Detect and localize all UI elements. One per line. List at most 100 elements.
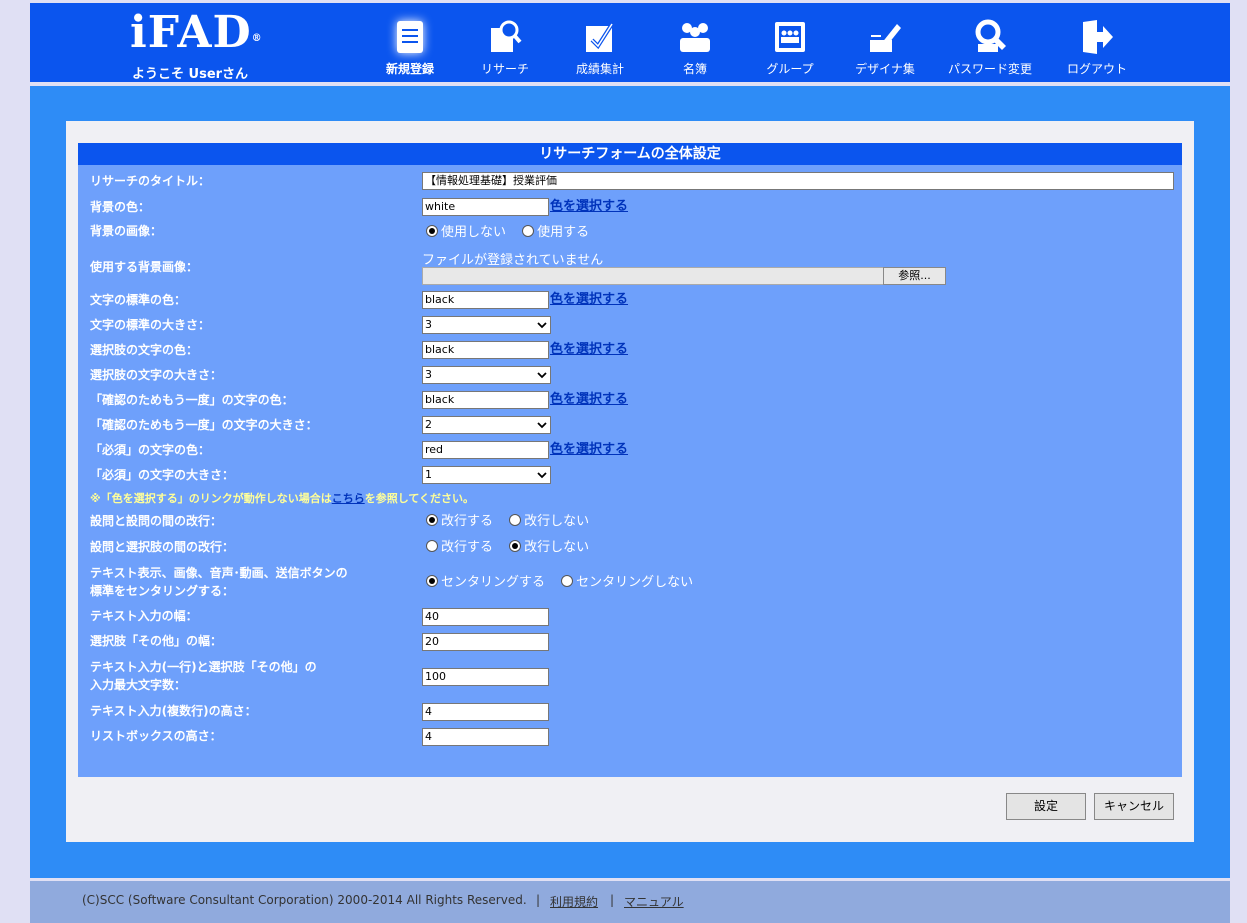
chevron-down-icon bbox=[537, 422, 547, 429]
bg-image-radio-group: 使用しない 使用する bbox=[426, 224, 601, 242]
choice-size-select[interactable]: 3 bbox=[422, 366, 551, 384]
submit-button[interactable]: 設定 bbox=[1006, 793, 1086, 820]
text-width-input[interactable]: 40 bbox=[422, 608, 549, 626]
new-registration-icon bbox=[397, 21, 423, 53]
logout-icon bbox=[1083, 20, 1113, 54]
manual-link[interactable]: マニュアル bbox=[624, 893, 684, 910]
radio-unselected bbox=[426, 540, 438, 552]
bg-image-label: 背景の画像： bbox=[90, 224, 163, 238]
max-chars-label-line2: 入力最大文字数： bbox=[90, 678, 187, 692]
file-path-field[interactable] bbox=[422, 267, 884, 285]
nav-label: リサーチ bbox=[480, 62, 529, 76]
research-title-label: リサーチのタイトル： bbox=[90, 174, 211, 188]
terms-link[interactable]: 利用規約 bbox=[550, 893, 598, 910]
group-icon bbox=[775, 22, 805, 52]
nav-designer[interactable]: デザイナ集 bbox=[835, 18, 935, 78]
chevron-down-icon bbox=[537, 322, 547, 329]
footer: (C)SCC (Software Consultant Corporation)… bbox=[30, 881, 1230, 923]
nav-logout[interactable]: ログアウト bbox=[1047, 18, 1147, 78]
nav-roster[interactable]: 名簿 bbox=[645, 18, 745, 78]
centering-option-no[interactable]: センタリングしない bbox=[561, 574, 693, 592]
radio-selected bbox=[509, 540, 522, 552]
nav-research[interactable]: リサーチ bbox=[455, 18, 555, 78]
other-width-input[interactable]: 20 bbox=[422, 633, 549, 651]
listbox-height-label: リストボックスの高さ： bbox=[90, 729, 222, 743]
bg-image-option-used[interactable]: 使用する bbox=[522, 224, 589, 242]
nav-label: デザイナ集 bbox=[855, 62, 915, 76]
browse-button[interactable]: 参照... bbox=[883, 267, 946, 285]
research-title-input[interactable]: 【情報処理基礎】授業評価 bbox=[422, 172, 1174, 190]
confirm-color-input[interactable]: black bbox=[422, 391, 549, 409]
footer-separator: | bbox=[536, 893, 541, 907]
question-choice-break-option-yes[interactable]: 改行する bbox=[426, 539, 493, 557]
text-color-input[interactable]: black bbox=[422, 291, 549, 309]
choice-color-input[interactable]: black bbox=[422, 341, 549, 359]
centering-label-line1: テキスト表示、画像、音声･動画、送信ボタンの bbox=[90, 566, 348, 580]
centering-label-line2: 標準をセンタリングする： bbox=[90, 584, 235, 598]
required-size-label: 「必須」の文字の大きさ： bbox=[90, 468, 235, 482]
research-icon bbox=[491, 20, 522, 52]
required-color-input[interactable]: red bbox=[422, 441, 549, 459]
max-chars-label-line1: テキスト入力(一行)と選択肢「その他」の bbox=[90, 660, 317, 674]
grade-summary-icon bbox=[586, 22, 614, 52]
listbox-height-input[interactable]: 4 bbox=[422, 728, 549, 746]
nav-label: 名簿 bbox=[682, 62, 707, 76]
designer-icon bbox=[870, 24, 901, 52]
choice-size-label: 選択肢の文字の大きさ： bbox=[90, 368, 223, 382]
footer-separator: | bbox=[610, 893, 615, 907]
password-change-icon bbox=[975, 19, 1006, 52]
chevron-down-icon bbox=[537, 472, 547, 479]
text-width-label: テキスト入力の幅： bbox=[90, 609, 198, 623]
nav-label: ログアウト bbox=[1066, 62, 1127, 76]
question-choice-break-label: 設問と選択肢の間の改行： bbox=[90, 540, 235, 554]
choice-color-label: 選択肢の文字の色： bbox=[90, 343, 199, 357]
centering-option-yes[interactable]: センタリングする bbox=[426, 574, 545, 592]
bg-image-option-unused[interactable]: 使用しない bbox=[426, 224, 506, 242]
text-size-select[interactable]: 3 bbox=[422, 316, 551, 334]
radio-selected bbox=[426, 575, 438, 587]
nav-label: 新規登録 bbox=[385, 62, 434, 76]
radio-unselected bbox=[561, 575, 574, 587]
question-choice-break-radio-group: 改行する 改行しない bbox=[426, 539, 601, 557]
confirm-color-label: 「確認のためもう一度」の文字の色： bbox=[90, 393, 294, 407]
required-color-label: 「必須」の文字の色： bbox=[90, 443, 211, 457]
question-break-label: 設問と設問の間の改行： bbox=[90, 514, 223, 528]
centering-radio-group: センタリングする センタリングしない bbox=[426, 574, 705, 592]
other-width-label: 選択肢「その他」の幅： bbox=[90, 634, 223, 648]
nav-label: パスワード変更 bbox=[947, 62, 1032, 76]
nav-password-change[interactable]: パスワード変更 bbox=[940, 18, 1040, 78]
welcome-message: ようこそ Userさん bbox=[132, 67, 249, 82]
note-here-link[interactable]: こちら bbox=[332, 492, 365, 505]
question-choice-break-option-no[interactable]: 改行しない bbox=[509, 539, 589, 557]
settings-form: リサーチフォームの全体設定 リサーチのタイトル： 【情報処理基礎】授業評価 背景… bbox=[78, 143, 1182, 777]
nav-label: 成績集計 bbox=[575, 62, 624, 76]
textarea-height-input[interactable]: 4 bbox=[422, 703, 549, 721]
radio-selected bbox=[426, 514, 438, 526]
bg-image-file-label: 使用する背景画像： bbox=[90, 260, 199, 274]
confirm-size-label: 「確認のためもう一度」の文字の大きさ： bbox=[90, 418, 318, 432]
nav-group[interactable]: グループ bbox=[740, 18, 840, 78]
nav-label: グループ bbox=[766, 62, 814, 76]
radio-selected bbox=[426, 225, 438, 237]
bg-color-picker-link[interactable]: 色を選択する bbox=[550, 198, 628, 216]
question-break-option-yes[interactable]: 改行する bbox=[426, 513, 493, 531]
confirm-size-select[interactable]: 2 bbox=[422, 416, 551, 434]
confirm-color-picker-link[interactable]: 色を選択する bbox=[550, 391, 628, 409]
form-title: リサーチフォームの全体設定 bbox=[78, 143, 1182, 165]
question-break-option-no[interactable]: 改行しない bbox=[509, 513, 589, 531]
max-chars-input[interactable]: 100 bbox=[422, 668, 549, 686]
bg-color-input[interactable]: white bbox=[422, 198, 549, 216]
required-color-picker-link[interactable]: 色を選択する bbox=[550, 441, 628, 459]
choice-color-picker-link[interactable]: 色を選択する bbox=[550, 341, 628, 359]
file-status-text: ファイルが登録されていません bbox=[422, 253, 604, 268]
cancel-button[interactable]: キャンセル bbox=[1094, 793, 1174, 820]
nav-new-registration[interactable]: 新規登録 bbox=[360, 18, 460, 78]
required-size-select[interactable]: 1 bbox=[422, 466, 551, 484]
text-color-picker-link[interactable]: 色を選択する bbox=[550, 291, 628, 309]
bg-color-label: 背景の色： bbox=[90, 200, 151, 214]
text-size-label: 文字の標準の大きさ： bbox=[90, 318, 211, 332]
header-bar: iFAD® ようこそ Userさん 新規登録 リサーチ 成績集計 名簿 グループ… bbox=[30, 3, 1230, 82]
text-color-label: 文字の標準の色： bbox=[90, 293, 187, 307]
nav-grade-summary[interactable]: 成績集計 bbox=[550, 18, 650, 78]
textarea-height-label: テキスト入力(複数行)の高さ： bbox=[90, 704, 257, 718]
